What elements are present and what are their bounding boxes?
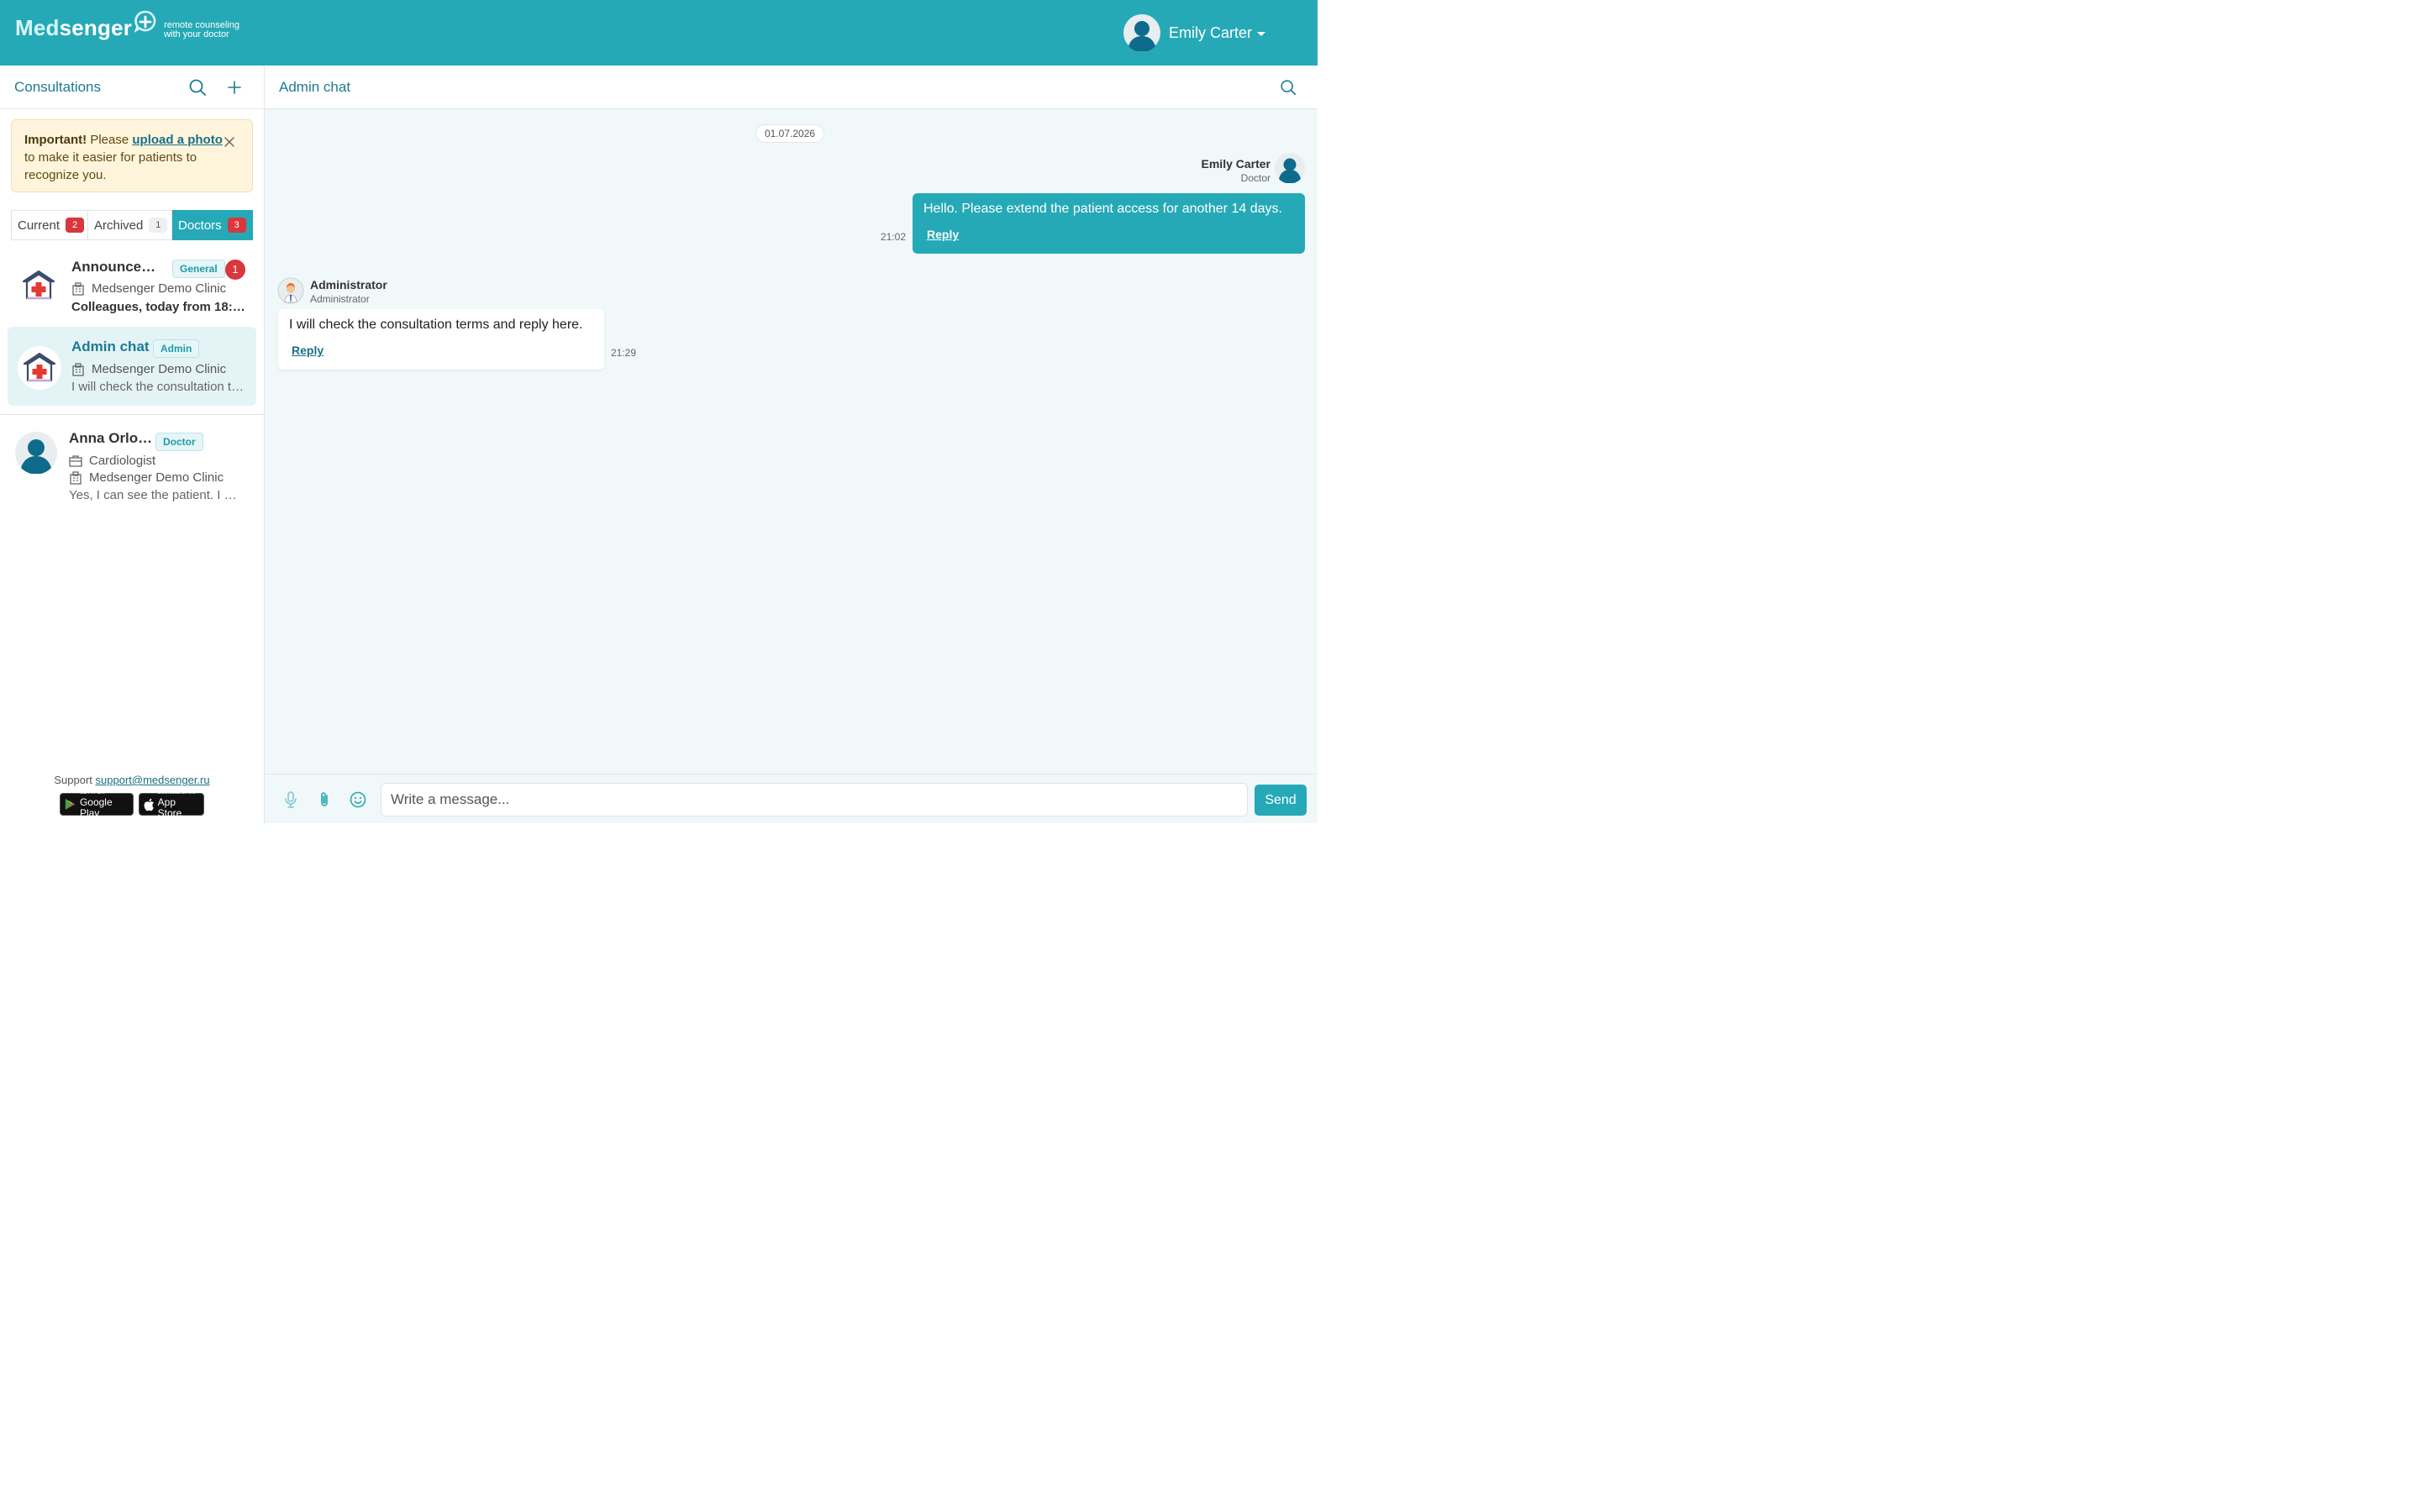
building-icon (70, 470, 82, 485)
doctor-avatar-icon (15, 432, 57, 474)
category-chip: Admin (153, 339, 200, 358)
chat-panel: Admin chat 01.07.2026 Emily Carter Docto… (265, 66, 1318, 823)
sidebar-header: Consultations (0, 66, 264, 109)
app-store-button[interactable]: Download on the App Store (139, 790, 204, 819)
building-icon (72, 362, 84, 376)
support-email-link[interactable]: support@medsenger.ru (96, 774, 210, 786)
tab-archived[interactable]: Archived 1 (88, 210, 172, 240)
medsenger-logo[interactable]: Medsenger remote counseling with your do… (15, 10, 256, 41)
user-avatar-icon (1123, 14, 1160, 51)
chevron-down-icon (1257, 31, 1265, 36)
plus-icon[interactable] (224, 77, 245, 97)
search-icon[interactable] (187, 77, 208, 97)
message-time: 21:29 (611, 347, 637, 359)
item-title: Anna Orlova (69, 430, 153, 446)
item-preview: I will check the consultation terms and … (71, 380, 248, 394)
avatar (1275, 153, 1305, 183)
microphone-icon[interactable] (281, 790, 301, 810)
search-icon[interactable] (1279, 78, 1297, 97)
google-play-icon (65, 798, 76, 811)
upload-photo-notice: Important! Please upload a photo to make… (11, 119, 253, 192)
message-bubble-outgoing: Hello. Please extend the patient access … (913, 193, 1305, 254)
support-line: Support support@medsenger.ru (54, 774, 210, 786)
chat-plus-logo-icon (134, 10, 156, 33)
paperclip-icon[interactable] (314, 790, 334, 810)
building-icon (72, 281, 84, 296)
sidebar-title: Consultations (14, 79, 102, 95)
tab-current[interactable]: Current 2 (11, 210, 88, 240)
logo-wordmark: Medsenger (15, 15, 133, 40)
item-clinic: Medsenger Demo Clinic (71, 362, 239, 376)
logo-tagline: remote counseling with your doctor (164, 19, 239, 39)
clinic-house-icon (22, 270, 55, 300)
message-text: I will check the consultation terms and … (289, 318, 583, 332)
chat-title: Admin chat (279, 79, 351, 95)
upload-photo-link[interactable]: upload a photo (132, 133, 222, 147)
tab-count-badge: 2 (66, 218, 85, 233)
item-preview: Colleagues, today from 18:00 to 19:00 (71, 300, 248, 314)
message-input[interactable] (381, 783, 1248, 816)
date-separator: 01.07.2026 (755, 124, 825, 143)
list-item-anna-orlova[interactable]: Anna Orlova Doctor Cardiologist Medsenge… (8, 421, 256, 513)
list-item-announcements[interactable]: Announcements General 1 Medsenger Demo C… (8, 249, 256, 321)
message-sender: Emily Carter Doctor (1201, 157, 1270, 184)
emoji-icon[interactable] (348, 790, 368, 810)
unread-badge: 1 (225, 260, 245, 280)
category-chip: General (172, 260, 225, 278)
sidebar: Consultations Important! Please upload a… (0, 66, 265, 823)
top-header: Medsenger remote counseling with your do… (0, 0, 1318, 66)
user-name: Emily Carter (1168, 24, 1252, 41)
message-sender: Administrator Administrator (310, 278, 387, 305)
message-bubble-incoming: I will check the consultation terms and … (278, 309, 604, 370)
item-clinic: Medsenger Demo Clinic (71, 281, 239, 296)
close-icon[interactable] (224, 136, 235, 148)
list-item-admin-chat[interactable]: Admin chat Admin Medsenger Demo Clinic I… (8, 327, 256, 406)
item-preview: Yes, I can see the patient. I will answe… (69, 488, 245, 502)
message-time: 21:02 (880, 231, 906, 243)
user-menu[interactable]: Emily Carter (1123, 14, 1265, 51)
app-store-badges: GET IT ON Google Play Download on the App … (60, 790, 204, 819)
item-title: Admin chat (71, 339, 150, 354)
item-title: Announcements (71, 259, 166, 275)
administrator-avatar-icon (277, 277, 304, 304)
clinic-house-icon (23, 352, 56, 382)
message-composer: Send (265, 774, 1318, 823)
send-button[interactable]: Send (1255, 785, 1307, 816)
tab-doctors[interactable]: Doctors 3 (172, 210, 253, 240)
item-clinic: Medsenger Demo Clinic (69, 470, 237, 485)
chat-header: Admin chat (265, 66, 1318, 109)
tab-count-badge: 3 (227, 218, 246, 233)
category-chip: Doctor (155, 433, 203, 451)
tab-count-badge: 1 (149, 218, 168, 233)
item-specialty: Cardiologist (69, 454, 237, 468)
google-play-button[interactable]: GET IT ON Google Play (60, 790, 134, 819)
reply-link[interactable]: Reply (292, 344, 324, 357)
briefcase-icon (69, 454, 82, 467)
consultation-tabs: Current 2 Archived 1 Doctors 3 (11, 210, 253, 240)
list-divider (0, 414, 264, 415)
apple-icon (144, 798, 154, 811)
message-text: Hello. Please extend the patient access … (923, 202, 1282, 216)
reply-link[interactable]: Reply (927, 228, 959, 241)
